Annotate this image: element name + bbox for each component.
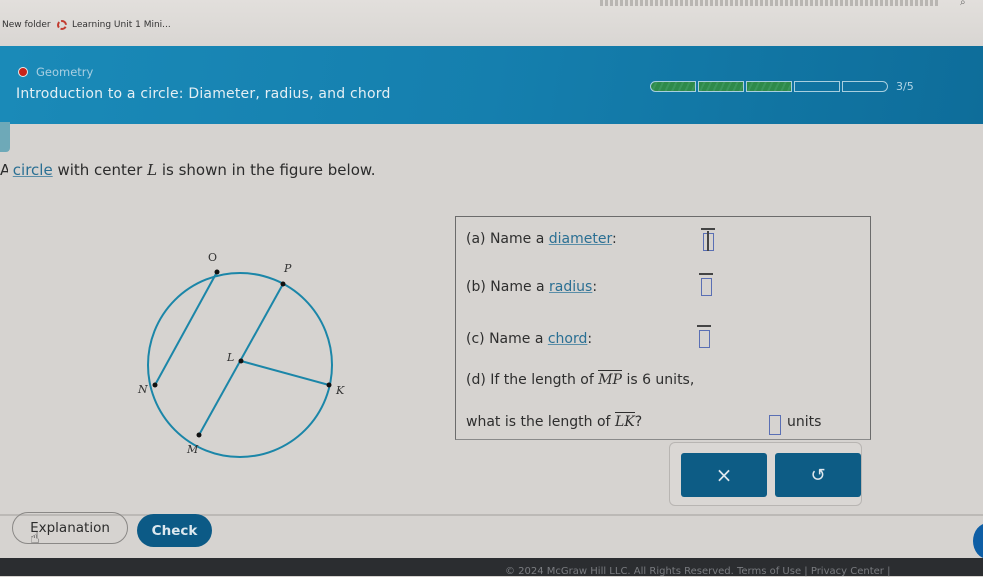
topic-dot-icon [18, 67, 28, 77]
point-m [196, 432, 202, 438]
point-p [280, 281, 286, 287]
label-l: L [226, 351, 234, 364]
progress-segment [698, 81, 744, 92]
check-label: Check [151, 522, 198, 539]
answer-actions: × ↺ [669, 442, 862, 506]
question-colon: : [592, 279, 598, 295]
side-panel-tab[interactable] [0, 122, 10, 152]
label-n: N [137, 383, 148, 396]
point-n [152, 382, 158, 388]
diameter-answer-input[interactable] [701, 228, 715, 251]
bookmark-new-folder[interactable]: New folder [2, 20, 51, 30]
units-label: units [787, 414, 822, 430]
question-d-line2: what is the length of LK? [466, 412, 643, 430]
topic-breadcrumb: Geometry [18, 65, 93, 79]
question-text: (a) Name a [466, 231, 545, 247]
prompt-variable: L [147, 161, 158, 179]
question-mark: ? [634, 414, 643, 430]
undo-button[interactable]: ↺ [775, 453, 861, 497]
point-o [214, 269, 220, 275]
browser-bookmarks-bar: ⌕ New folder Learning Unit 1 Mini... [0, 0, 983, 46]
question-text: what is the length of [466, 414, 611, 430]
zoom-icon[interactable]: ⌕ [960, 0, 966, 8]
loading-ring-icon [57, 20, 67, 30]
explanation-label: Explanation [30, 520, 110, 536]
lesson-title: Introduction to a circle: Diameter, radi… [16, 86, 391, 102]
progress-segment [794, 81, 840, 92]
label-p: P [283, 262, 292, 275]
undo-icon: ↺ [810, 464, 826, 486]
glossary-link-radius[interactable]: radius [549, 279, 592, 295]
point-l [238, 358, 244, 364]
radius-lk [240, 360, 330, 386]
glossary-link-diameter[interactable]: diameter [549, 231, 612, 247]
prompt-text: with center [57, 161, 143, 179]
topic-label: Geometry [36, 65, 94, 79]
chord-on [154, 271, 218, 386]
question-text: is 6 units, [626, 372, 695, 388]
progress-segment [746, 81, 792, 92]
label-k: K [335, 384, 345, 397]
question-colon: : [587, 331, 593, 347]
circle-figure: O P N K M L [137, 251, 345, 458]
point-k [326, 382, 332, 388]
bookmark-learning-unit[interactable]: Learning Unit 1 Mini... [57, 20, 171, 30]
footer: © 2024 McGraw Hill LLC. All Rights Reser… [0, 558, 983, 577]
help-chat-button[interactable] [973, 523, 983, 559]
bookmark-label: New folder [2, 20, 51, 30]
address-bar-text[interactable] [600, 0, 940, 6]
length-answer-input[interactable] [769, 415, 781, 435]
question-text: (c) Name a [466, 331, 544, 347]
question-colon: : [611, 231, 617, 247]
question-panel: (a) Name a diameter: (b) Name a radius: … [455, 216, 871, 440]
prompt-text: is shown in the figure below. [161, 161, 376, 179]
progress-count: 3/5 [896, 80, 914, 93]
radius-answer-input[interactable] [699, 273, 713, 296]
footer-copyright: © 2024 McGraw Hill LLC. All Rights Reser… [505, 566, 891, 577]
progress-bar: 3/5 [650, 80, 914, 93]
label-o: O [208, 251, 217, 264]
question-a: (a) Name a diameter: [466, 231, 617, 247]
progress-segment [842, 81, 888, 92]
close-icon: × [715, 463, 733, 487]
glossary-link-circle[interactable]: circle [13, 161, 53, 179]
check-button[interactable]: Check [137, 514, 212, 547]
progress-segment [650, 81, 696, 92]
lesson-header: Geometry Introduction to a circle: Diame… [0, 46, 983, 124]
question-text: (b) Name a [466, 279, 545, 295]
question-b: (b) Name a radius: [466, 279, 597, 295]
question-c: (c) Name a chord: [466, 331, 592, 347]
bookmark-label: Learning Unit 1 Mini... [72, 20, 171, 30]
segment-lk: LK [614, 412, 635, 430]
hand-pointer-icon: ☝ [30, 528, 40, 547]
circle-outline [147, 272, 333, 458]
problem-prompt: A circle with center L is shown in the f… [0, 161, 376, 179]
clear-button[interactable]: × [681, 453, 767, 497]
prompt-lead: A [0, 161, 8, 179]
question-text: (d) If the length of [466, 372, 594, 388]
segment-mp: MP [598, 370, 622, 388]
chord-answer-input[interactable] [697, 325, 711, 348]
label-m: M [186, 443, 199, 456]
question-d-line1: (d) If the length of MP is 6 units, [466, 370, 695, 388]
glossary-link-chord[interactable]: chord [548, 331, 588, 347]
